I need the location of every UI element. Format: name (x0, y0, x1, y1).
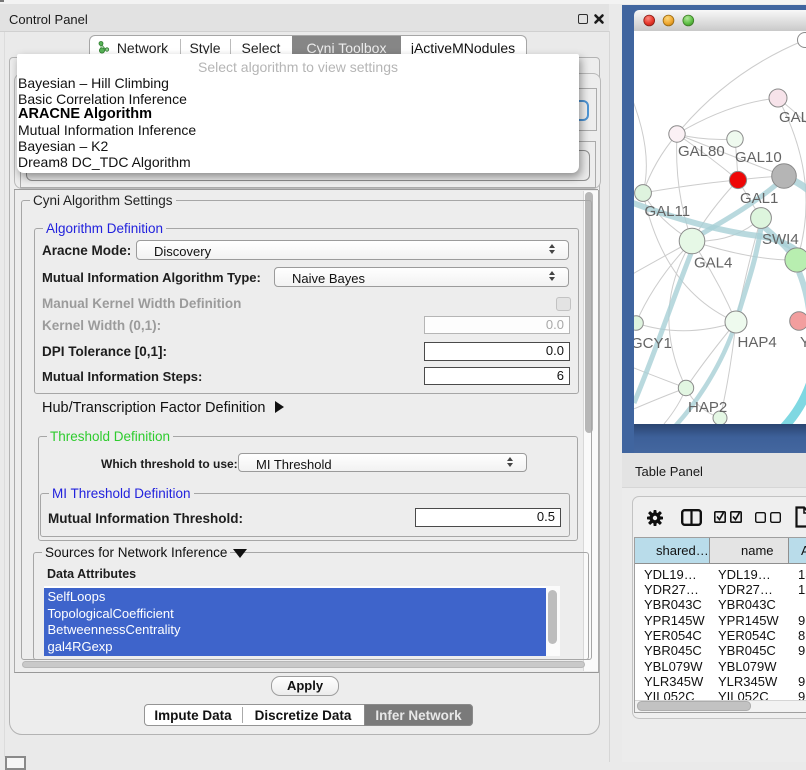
svg-text:SWI4: SWI4 (762, 231, 799, 248)
svg-text:GAL10: GAL10 (735, 149, 782, 166)
svg-text:GAL80: GAL80 (678, 143, 725, 160)
svg-text:Y: Y (800, 334, 806, 351)
svg-text:GAL4: GAL4 (694, 255, 732, 272)
svg-text:HAP2: HAP2 (688, 399, 727, 416)
svg-text:GAL11: GAL11 (645, 203, 691, 220)
svg-text:GCY1: GCY1 (634, 335, 672, 352)
svg-text:HAP4: HAP4 (738, 334, 777, 351)
svg-text:GAL1: GAL1 (740, 190, 778, 207)
svg-text:GAL: GAL (779, 109, 806, 126)
